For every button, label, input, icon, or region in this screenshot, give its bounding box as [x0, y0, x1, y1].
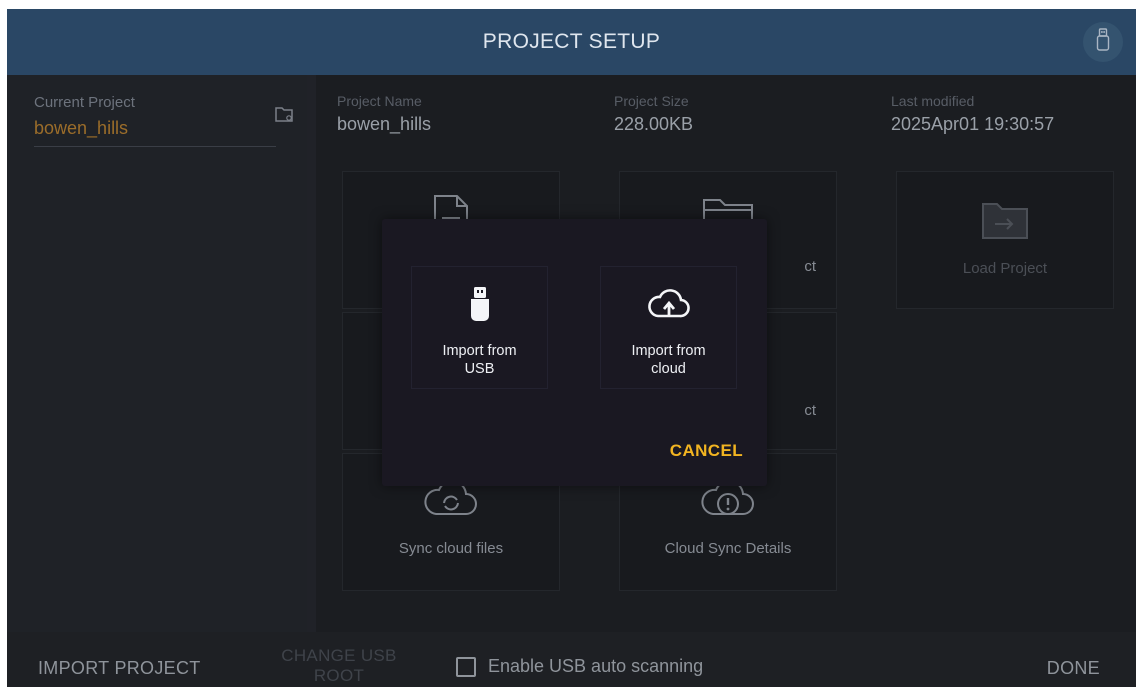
project-size-label: Project Size — [614, 93, 689, 109]
current-project-value: bowen_hills — [34, 118, 129, 138]
usb-drive-icon — [469, 285, 491, 323]
import-cloud-line1: Import from — [631, 343, 706, 359]
usb-icon — [1096, 27, 1110, 57]
usb-auto-scanning-checkbox[interactable]: Enable USB auto scanning — [456, 656, 703, 677]
folder-import-icon — [979, 200, 1031, 247]
import-from-usb-label: Import from USB — [442, 342, 516, 378]
app-header: PROJECT SETUP — [7, 9, 1136, 75]
import-cloud-line2: cloud — [651, 361, 686, 377]
footer-bar: IMPORT PROJECT CHANGE USB ROOT Enable US… — [7, 632, 1136, 687]
project-name-label: Project Name — [337, 93, 422, 109]
load-project-label: Load Project — [962, 260, 1048, 277]
last-modified-value: 2025Apr01 19:30:57 — [891, 114, 1055, 134]
done-button[interactable]: DONE — [1047, 658, 1100, 679]
cloud-upload-icon — [647, 285, 691, 323]
current-project-label: Current Project — [34, 94, 135, 111]
usb-auto-scanning-label: Enable USB auto scanning — [488, 656, 704, 676]
checkbox-box[interactable] — [456, 656, 476, 677]
import-from-cloud-label: Import from cloud — [631, 342, 705, 378]
import-usb-line2: USB — [464, 361, 495, 377]
last-modified-label: Last modified — [891, 93, 975, 109]
sync-cloud-files-label: Sync cloud files — [398, 540, 504, 557]
import-from-cloud-option[interactable]: Import from cloud — [600, 266, 737, 389]
load-project-tile[interactable]: Load Project — [896, 171, 1114, 309]
project-setup-screen: PROJECT SETUP Current Project bowen_hill… — [7, 9, 1136, 687]
project-name-info: Project Name bowen_hills — [337, 93, 431, 135]
import-from-usb-option[interactable]: Import from USB — [411, 266, 548, 389]
usb-status-button[interactable] — [1083, 22, 1123, 62]
project-size-info: Project Size 228.00KB — [614, 93, 693, 135]
sidebar-divider — [34, 146, 276, 147]
change-usb-root-button[interactable]: CHANGE USB ROOT — [277, 646, 401, 686]
page-title: PROJECT SETUP — [482, 30, 661, 53]
folder-open-icon[interactable] — [274, 105, 294, 128]
project-size-value: 228.00KB — [614, 114, 694, 134]
import-dialog: Import from USB Import from cloud CANCEL — [382, 219, 767, 486]
cloud-sync-details-label: Cloud Sync Details — [664, 540, 792, 557]
project-name-value: bowen_hills — [337, 114, 432, 134]
sidebar: Current Project bowen_hills — [7, 75, 307, 632]
cancel-button[interactable]: CANCEL — [670, 441, 743, 461]
import-usb-line1: Import from — [442, 343, 517, 359]
import-project-button[interactable]: IMPORT PROJECT — [38, 658, 201, 679]
last-modified-info: Last modified 2025Apr01 19:30:57 — [891, 93, 1054, 135]
